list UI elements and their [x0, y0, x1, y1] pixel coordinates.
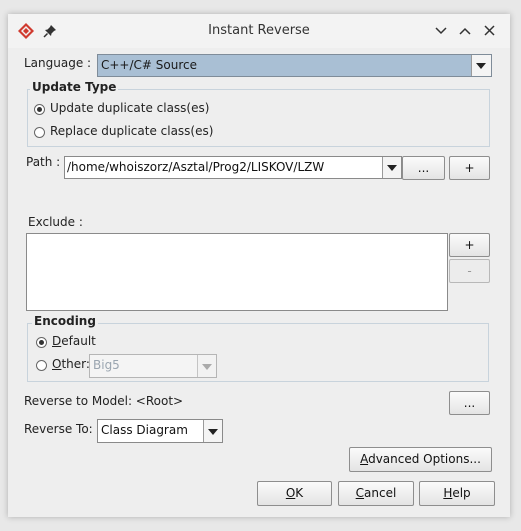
path-add-button[interactable]: + — [449, 156, 490, 180]
update-type-legend: Update Type — [30, 80, 119, 94]
title-bar: Instant Reverse — [8, 14, 510, 48]
encoding-legend: Encoding — [32, 314, 98, 328]
advanced-options-button[interactable]: Advanced Options... — [349, 447, 492, 472]
cancel-button[interactable]: Cancel — [338, 481, 414, 506]
replace-duplicate-label[interactable]: Replace duplicate class(es) — [50, 124, 213, 138]
maximize-chevron-icon[interactable] — [459, 26, 471, 36]
reverse-to-value: Class Diagram — [101, 423, 188, 437]
path-browse-button[interactable]: ... — [402, 156, 445, 180]
exclude-add-button[interactable]: + — [449, 233, 490, 257]
reverse-model-browse-button[interactable]: ... — [449, 391, 490, 415]
reverse-to-label: Reverse To: — [24, 422, 93, 436]
update-type-group — [27, 89, 490, 147]
encoding-other-radio[interactable] — [36, 360, 47, 371]
encoding-other-value: Big5 — [93, 358, 120, 372]
exclude-remove-button[interactable]: - — [449, 259, 490, 283]
help-button[interactable]: Help — [419, 481, 495, 506]
language-select[interactable]: C++/C# Source — [97, 54, 492, 77]
language-label: Language : — [24, 56, 92, 70]
language-select-value: C++/C# Source — [101, 58, 197, 72]
replace-duplicate-radio[interactable] — [34, 127, 45, 138]
path-value: /home/whoiszorz/Asztal/Prog2/LISKOV/LZW — [67, 160, 325, 174]
encoding-default-label[interactable]: Default — [52, 334, 96, 348]
chevron-down-icon — [202, 364, 212, 370]
instant-reverse-dialog: Instant Reverse Language : C++/C# Source… — [8, 14, 510, 517]
update-duplicate-radio[interactable] — [34, 104, 45, 115]
minimize-chevron-icon[interactable] — [435, 26, 447, 36]
chevron-down-icon — [208, 429, 218, 435]
chevron-down-icon — [476, 63, 486, 69]
encoding-other-label[interactable]: Other: — [52, 357, 90, 371]
close-icon[interactable] — [484, 25, 495, 36]
encoding-default-radio[interactable] — [36, 337, 47, 348]
path-combobox[interactable]: /home/whoiszorz/Asztal/Prog2/LISKOV/LZW — [64, 156, 402, 179]
exclude-list[interactable] — [26, 233, 448, 311]
ok-button[interactable]: OK — [257, 481, 332, 506]
update-duplicate-label[interactable]: Update duplicate class(es) — [50, 101, 209, 115]
reverse-model-label: Reverse to Model: <Root> — [24, 394, 184, 408]
reverse-to-dropdown-button[interactable] — [203, 420, 222, 442]
path-dropdown-button[interactable] — [382, 157, 401, 178]
encoding-other-select[interactable]: Big5 — [89, 354, 217, 378]
exclude-label: Exclude : — [28, 215, 83, 229]
reverse-to-select[interactable]: Class Diagram — [97, 419, 223, 443]
encoding-dropdown-button[interactable] — [197, 355, 216, 377]
language-dropdown-button[interactable] — [471, 55, 491, 76]
path-label: Path : — [26, 155, 61, 169]
chevron-down-icon — [387, 165, 397, 171]
